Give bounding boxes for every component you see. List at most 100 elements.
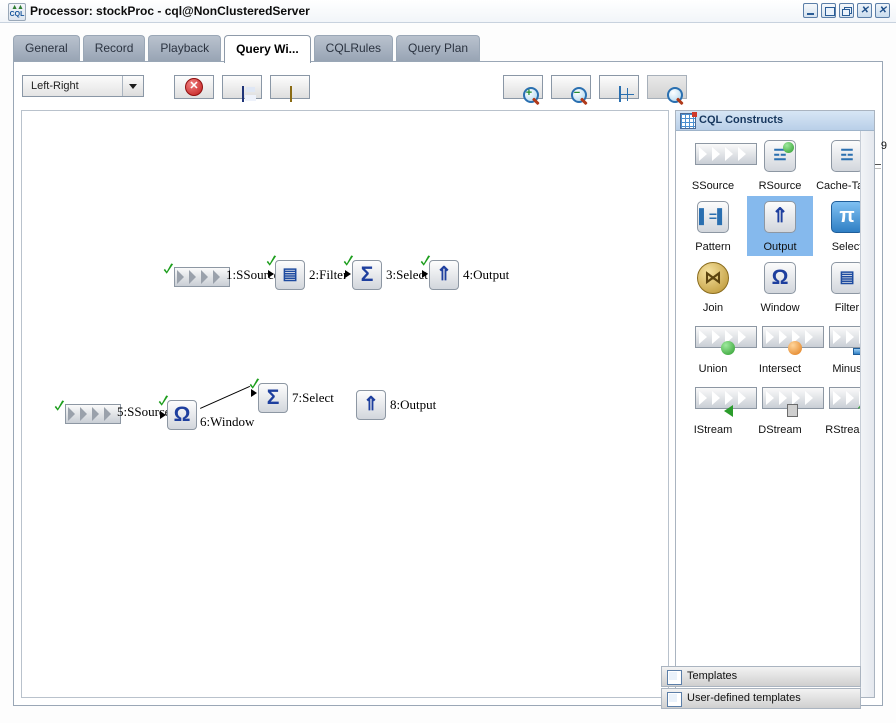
palette-title: CQL Constructs (699, 114, 784, 126)
tab-query-wizard[interactable]: Query Wi... (224, 35, 311, 63)
tab-record[interactable]: Record (82, 35, 146, 61)
palette-item-label: Window (760, 302, 800, 314)
tab-general[interactable]: General (13, 35, 80, 61)
palette-item-dstream[interactable]: DStream (747, 379, 824, 439)
layout-direction-select[interactable]: Left-Right (22, 75, 144, 97)
palette-item-label: Cache-Table (816, 180, 860, 192)
edge-arrow (345, 270, 351, 278)
palette-item-label: Intersect (758, 363, 802, 375)
palette-item-label: Pattern (695, 241, 731, 253)
rstream-icon: ⇅ (829, 384, 860, 418)
panel-icon (667, 692, 682, 707)
window-icon: Ω (762, 262, 798, 296)
filter-glyph: ▤ (282, 266, 298, 283)
tab-query-plan[interactable]: Query Plan (396, 35, 481, 61)
intersect-badge-icon (788, 341, 802, 355)
window-controls: ✕ ✕ (803, 3, 890, 19)
relation-source-icon: ☲ (762, 140, 798, 174)
zoom-selection-button[interactable] (647, 75, 687, 106)
restore-button[interactable] (839, 3, 854, 18)
tab-playback[interactable]: Playback (148, 35, 222, 61)
palette-item-label: Join (702, 302, 724, 314)
palette-item-label: RSource (758, 180, 802, 192)
palette-item-intersect[interactable]: Intersect (747, 318, 824, 378)
pattern-icon: ▌=▌ (695, 201, 731, 235)
palette-scrollbar[interactable] (860, 131, 874, 697)
graph-node-label: 8:Output (390, 397, 437, 412)
graph-node-label: 6:Window (200, 414, 255, 429)
delete-icon: ✕ (185, 78, 203, 96)
cql-icon: ▲▲ CQL (8, 3, 26, 21)
palette-item-istream[interactable]: IStream (680, 379, 757, 439)
output-icon: ⇑ (356, 390, 386, 420)
output-icon: ⇑ (429, 260, 459, 290)
select-icon: π (829, 201, 860, 235)
filter-icon: ▤ (829, 262, 860, 296)
palette-item-label: RStream (825, 424, 860, 436)
palette-item-window[interactable]: Ω Window (747, 257, 813, 317)
palette-item-rstream[interactable]: ⇅ RStream (814, 379, 860, 439)
palette-item-label: Minus (832, 363, 860, 375)
maximize-button[interactable] (821, 3, 836, 18)
window-glyph: Ω (173, 403, 191, 426)
palette-item-pattern[interactable]: ▌=▌ Pattern (680, 196, 746, 256)
palette-item-filter[interactable]: ▤ Filter (814, 257, 860, 317)
palette-item-output[interactable]: ⇑ Output (747, 196, 813, 256)
edge-arrow (268, 270, 274, 278)
accordion-label: Templates (687, 670, 738, 682)
query-graph-canvas[interactable]: 1:SSource ▤ 2:Filter Σ 3:Select ⇑ 4:Outp… (21, 110, 669, 698)
edge-line (200, 385, 252, 409)
palette-item-minus[interactable]: Minus (814, 318, 860, 378)
output-icon: ⇑ (762, 201, 798, 235)
palette-item-label: DStream (758, 424, 802, 436)
palette-item-label: Filter (834, 302, 860, 314)
stream-source-icon (65, 404, 121, 424)
validated-check-icon (342, 255, 355, 267)
graph-node-label: 7:Select (292, 390, 334, 405)
istream-icon (695, 384, 757, 418)
save-button[interactable] (222, 75, 262, 102)
validated-check-icon (419, 255, 432, 267)
palette-item-label: Union (698, 363, 728, 375)
palette-item-select[interactable]: π Select (814, 196, 860, 256)
intersect-icon (762, 323, 824, 357)
palette-item-cache-table[interactable]: ☲ Cache-Table (814, 135, 860, 195)
union-badge-icon (721, 341, 735, 355)
accordion-user-templates[interactable]: User-defined templates (661, 688, 861, 709)
join-icon: ⋈ (695, 262, 731, 296)
validated-check-icon (265, 255, 278, 267)
zoom-out-button[interactable]: − (551, 75, 591, 106)
palette-item-label: SSource (691, 180, 735, 192)
fit-to-window-icon (619, 86, 621, 102)
edge-arrow (422, 270, 428, 278)
tab-cqlrules[interactable]: CQLRules (313, 35, 394, 61)
delete-button[interactable]: ✕ (174, 75, 214, 99)
stream-source-icon (174, 267, 230, 287)
accordion-templates[interactable]: Templates (661, 666, 861, 687)
palette-item-rsource[interactable]: ☲ RSource (747, 135, 813, 195)
trash-badge-icon (787, 404, 798, 417)
minimize-button[interactable] (803, 3, 818, 18)
fit-to-window-button[interactable] (599, 75, 639, 102)
output-glyph: ⇑ (436, 264, 452, 285)
close-window-button[interactable]: ✕ (875, 3, 890, 18)
close-tab-button[interactable]: ✕ (857, 3, 872, 18)
graph-node-label: 4:Output (463, 267, 510, 282)
palette-item-label: IStream (693, 424, 733, 436)
tab-content-panel: Left-Right ✕ Hover + (13, 61, 887, 706)
validated-check-icon (162, 263, 175, 275)
sync-badge-icon (783, 142, 794, 153)
palette-item-label: Select (831, 241, 860, 253)
palette-items: SSource ☲ RSource ☲ Cache-Table (676, 131, 860, 697)
select-icon: Σ (352, 260, 382, 290)
grid-button[interactable] (270, 75, 310, 102)
palette-item-ssource[interactable]: SSource (680, 135, 757, 195)
palette-item-join[interactable]: ⋈ Join (680, 257, 746, 317)
application-window: ▲▲ CQL Processor: stockProc - cql@NonClus… (0, 0, 896, 723)
chevron-down-icon[interactable] (122, 76, 143, 96)
palette-item-union[interactable]: Union (680, 318, 757, 378)
output-glyph: ⇑ (363, 394, 379, 415)
zoom-in-button[interactable]: + (503, 75, 543, 106)
zoom-max-value: 9 (880, 140, 887, 152)
filter-icon: ▤ (275, 260, 305, 290)
